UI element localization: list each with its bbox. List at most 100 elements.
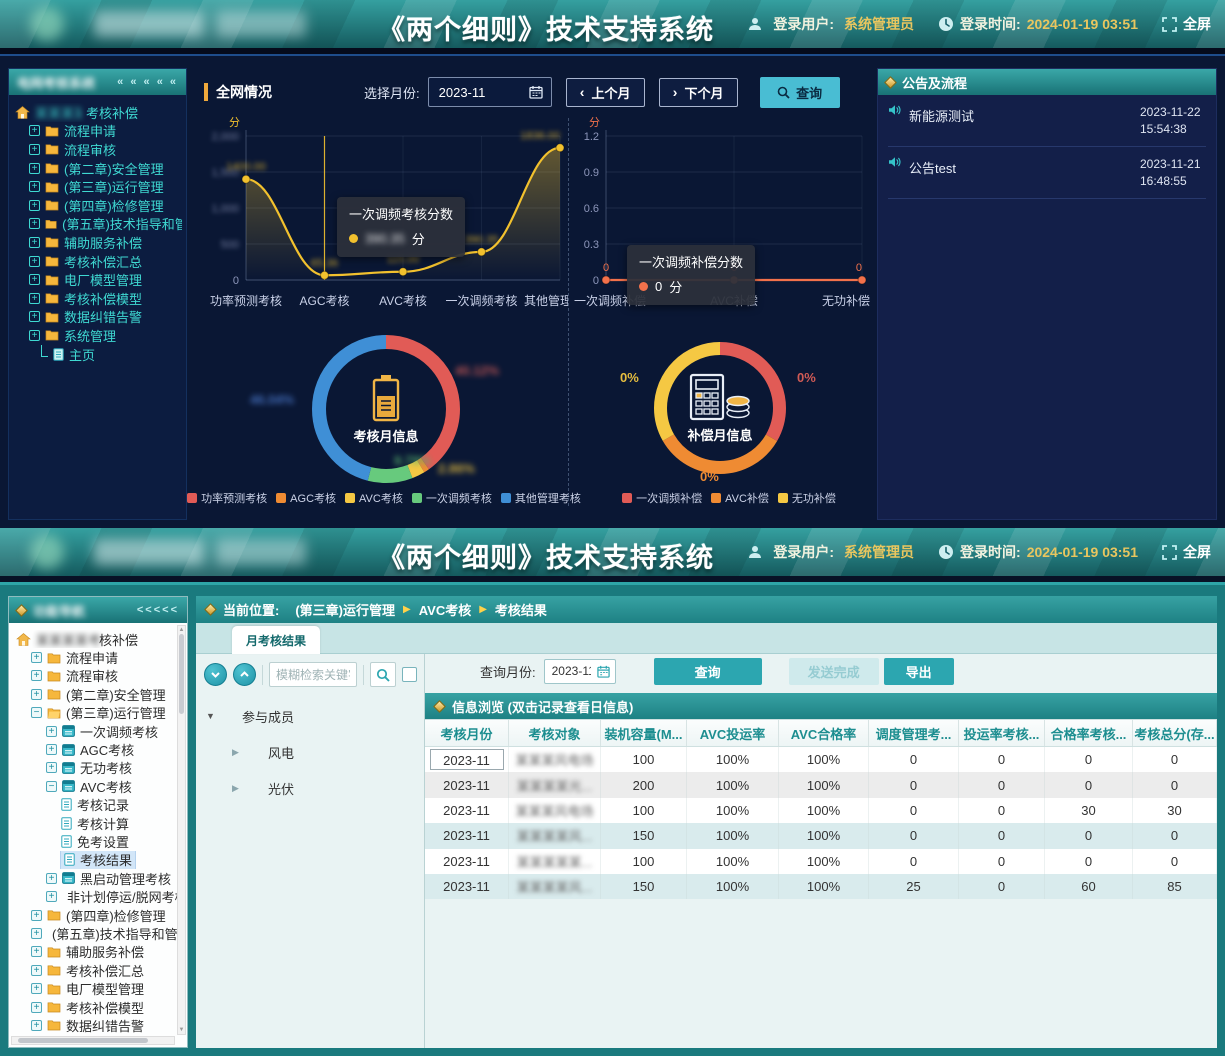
nav-tree-item[interactable]: 某某某某考核补偿 xyxy=(14,630,185,648)
legend-item[interactable]: 一次调频考核 xyxy=(412,490,492,506)
expand-node-icon[interactable]: + xyxy=(31,689,42,700)
expand-node-icon[interactable]: + xyxy=(29,293,40,304)
member-search-input[interactable] xyxy=(269,662,357,687)
expand-node-icon[interactable]: + xyxy=(31,983,42,994)
column-header[interactable]: 考核月份 xyxy=(425,720,509,746)
query-button[interactable]: 查询 xyxy=(760,77,840,108)
nav-tree-item-selected[interactable]: 考核结果 xyxy=(14,851,185,869)
nav-tree-item[interactable]: +流程审核 xyxy=(14,667,185,685)
expand-node-icon[interactable]: + xyxy=(31,652,42,663)
month-picker[interactable] xyxy=(428,77,552,107)
column-header[interactable]: 调度管理考... xyxy=(869,720,959,746)
nav-tree-item[interactable]: −(第三章)运行管理 xyxy=(14,704,185,722)
collapse-all-button[interactable] xyxy=(233,663,256,686)
tree-item[interactable]: +流程申请 xyxy=(15,122,182,141)
column-header[interactable]: 装机容量(M... xyxy=(601,720,687,746)
column-header[interactable]: AVC投运率 xyxy=(687,720,779,746)
member-tree-item[interactable]: ▶光伏 xyxy=(206,770,294,806)
legend-item[interactable]: AGC考核 xyxy=(276,490,336,506)
nav-tree-item[interactable]: +一次调频考核 xyxy=(14,722,185,740)
expand-node-icon[interactable]: + xyxy=(29,200,40,211)
expand-node-icon[interactable]: + xyxy=(46,726,57,737)
nav-tree-item[interactable]: +(第四章)检修管理 xyxy=(14,906,185,924)
expand-node-icon[interactable]: + xyxy=(31,910,42,921)
tree-item[interactable]: +辅助服务补偿 xyxy=(15,233,182,252)
nav-tree-item[interactable]: +数据纠错告警 xyxy=(14,1016,185,1033)
nav-tree-item[interactable]: +考核补偿汇总 xyxy=(14,961,185,979)
collapse-node-icon[interactable]: − xyxy=(31,707,42,718)
column-header[interactable]: 合格率考核... xyxy=(1045,720,1133,746)
tab-monthly-results[interactable]: 月考核结果 xyxy=(232,626,320,654)
table-row[interactable]: 2023-11某某某某某...100100%100%0000 xyxy=(425,849,1217,874)
legend-item[interactable]: 功率预测考核 xyxy=(187,490,267,506)
send-complete-button[interactable]: 发送完成 xyxy=(789,658,879,685)
breadcrumb-part[interactable]: (第三章)运行管理 xyxy=(295,600,395,619)
month-picker-input[interactable] xyxy=(437,84,529,101)
nav-tree-item[interactable]: 考核记录 xyxy=(14,796,185,814)
expand-node-icon[interactable]: + xyxy=(29,330,40,341)
vertical-scrollbar[interactable]: ▲▼ xyxy=(177,625,186,1035)
tree-item[interactable]: +系统管理 xyxy=(15,326,182,345)
expand-node-icon[interactable]: + xyxy=(46,891,57,902)
nav-tree-item[interactable]: +电厂模型管理 xyxy=(14,979,185,997)
column-header[interactable]: 投运率考核... xyxy=(959,720,1045,746)
legend-item[interactable]: AVC考核 xyxy=(345,490,403,506)
expand-node-icon[interactable]: + xyxy=(29,237,40,248)
calendar-icon[interactable] xyxy=(529,85,543,99)
expand-all-button[interactable] xyxy=(204,663,227,686)
expand-node-icon[interactable]: + xyxy=(31,1002,42,1013)
query-month-picker[interactable] xyxy=(544,659,616,684)
announcement-item[interactable]: 公告test2023-11-2116:48:55 xyxy=(888,147,1206,199)
prev-month-button[interactable]: ‹上个月 xyxy=(566,78,645,107)
nav-tree-item[interactable]: +非计划停运/脱网考核 xyxy=(14,887,185,905)
nav-tree-item[interactable]: +(第二章)安全管理 xyxy=(14,685,185,703)
fullscreen-button-2[interactable]: 全屏 xyxy=(1162,542,1211,562)
table-row[interactable]: 2023-11某某某某风...150100%100%2506085 xyxy=(425,874,1217,899)
expand-node-icon[interactable]: + xyxy=(29,163,40,174)
tree-item[interactable]: +流程审核 xyxy=(15,140,182,159)
expand-node-icon[interactable]: + xyxy=(31,946,42,957)
table-row[interactable]: 2023-11某某某某风...150100%100%0000 xyxy=(425,823,1217,848)
legend-item[interactable]: 一次调频补偿 xyxy=(622,490,702,506)
expand-node-icon[interactable]: + xyxy=(29,274,40,285)
expand-node-icon[interactable]: + xyxy=(29,256,40,267)
member-checkbox[interactable] xyxy=(402,667,417,682)
member-tree-item[interactable]: ▶风电 xyxy=(206,734,294,770)
expand-node-icon[interactable]: + xyxy=(46,873,57,884)
calendar-icon-2[interactable] xyxy=(597,665,610,678)
export-button[interactable]: 导出 xyxy=(884,658,954,685)
focused-cell[interactable]: 2023-11 xyxy=(430,749,504,770)
tree-item[interactable]: +电厂模型管理 xyxy=(15,270,182,289)
expand-node-icon[interactable]: + xyxy=(31,928,42,939)
tree-item[interactable]: +(第三章)运行管理 xyxy=(15,177,182,196)
column-header[interactable]: 考核总分(存... xyxy=(1133,720,1217,746)
legend-item[interactable]: 无功补偿 xyxy=(778,490,836,506)
nav-tree-item[interactable]: 免考设置 xyxy=(14,832,185,850)
next-month-button[interactable]: ›下个月 xyxy=(659,78,738,107)
nav-tree-item[interactable]: +(第五章)技术指导和管理 xyxy=(14,924,185,942)
tree-item[interactable]: +(第二章)安全管理 xyxy=(15,159,182,178)
fullscreen-button[interactable]: 全屏 xyxy=(1162,14,1211,34)
tree-item-home[interactable]: 主页 xyxy=(15,345,182,364)
nav-tree-item[interactable]: −AVC考核 xyxy=(14,777,185,795)
table-row[interactable]: 2023-11某某某风电场100100%100%003030 xyxy=(425,798,1217,823)
tree-item[interactable]: +考核补偿汇总 xyxy=(15,252,182,271)
column-header[interactable]: 考核对象 xyxy=(509,720,601,746)
legend-item[interactable]: AVC补偿 xyxy=(711,490,769,506)
expand-node-icon[interactable]: + xyxy=(29,311,40,322)
nav-tree-item[interactable]: +辅助服务补偿 xyxy=(14,943,185,961)
collapse-arrows-icon[interactable]: « « « « « xyxy=(117,76,178,88)
tree-item[interactable]: +考核补偿模型 xyxy=(15,289,182,308)
nav-tree-item[interactable]: +考核补偿模型 xyxy=(14,998,185,1016)
table-query-button[interactable]: 查询 xyxy=(654,658,762,685)
expand-node-icon[interactable]: + xyxy=(31,1020,42,1031)
horizontal-scrollbar[interactable] xyxy=(11,1036,175,1045)
expand-node-icon[interactable]: + xyxy=(46,762,57,773)
nav-tree-item[interactable]: +无功考核 xyxy=(14,759,185,777)
table-row[interactable]: 2023-11某某某某光...200100%100%0000 xyxy=(425,772,1217,797)
nav-tree-item[interactable]: +黑启动管理考核 xyxy=(14,869,185,887)
tree-item[interactable]: +数据纠错告警 xyxy=(15,308,182,327)
expand-node-icon[interactable]: + xyxy=(29,181,40,192)
expand-node-icon[interactable]: + xyxy=(46,744,57,755)
expand-node-icon[interactable]: + xyxy=(29,125,40,136)
